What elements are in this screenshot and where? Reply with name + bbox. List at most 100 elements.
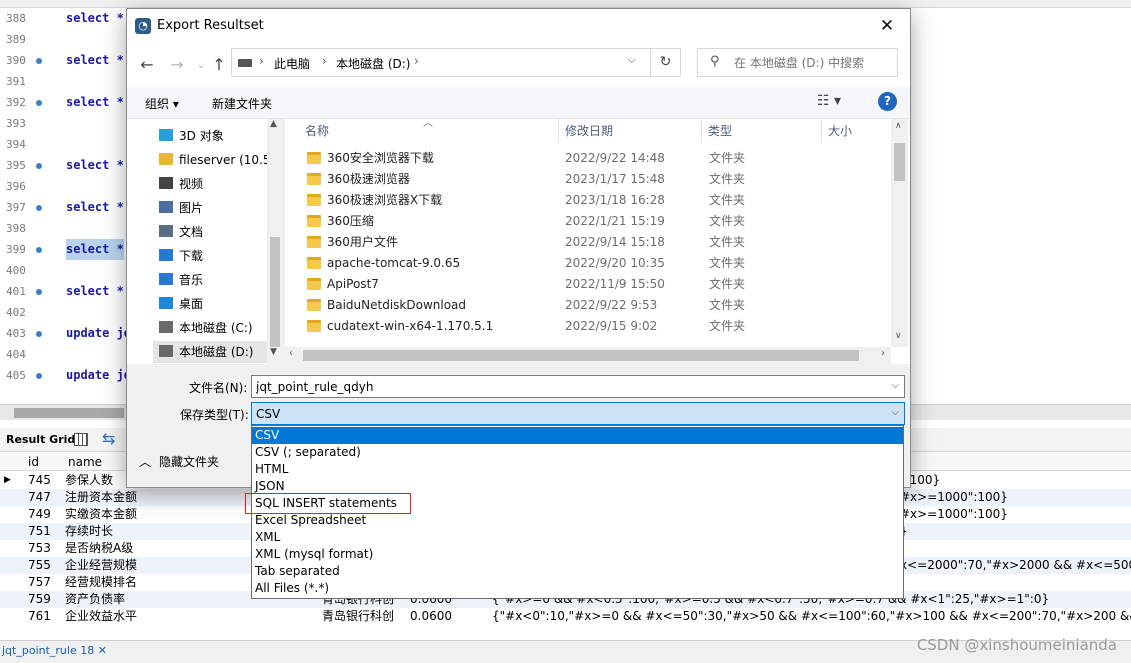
file-row[interactable]: apache-tomcat-9.0.65 2022/9/20 10:35 文件夹: [299, 253, 859, 274]
chevron-down-icon[interactable]: ⌵: [628, 55, 636, 66]
code-text[interactable]: select *: [66, 197, 124, 218]
column-header-size[interactable]: 大小: [822, 119, 902, 143]
column-header-name[interactable]: name: [68, 455, 102, 469]
filename-combobox[interactable]: ⌵: [251, 375, 905, 398]
scroll-thumb[interactable]: [270, 237, 280, 347]
help-icon[interactable]: ?: [878, 92, 897, 111]
filename-input[interactable]: [256, 379, 876, 395]
column-header-date[interactable]: 修改日期: [559, 119, 702, 143]
line-number: 394: [6, 138, 26, 151]
file-list-scrollbar[interactable]: ∧ ∨: [891, 119, 908, 347]
chevron-down-icon[interactable]: ⌵: [891, 380, 899, 391]
nav-item[interactable]: 桌面: [159, 293, 267, 315]
file-type: 文件夹: [709, 256, 746, 270]
column-header-id[interactable]: id: [28, 455, 39, 469]
file-row[interactable]: 360用户文件 2022/9/14 15:18 文件夹: [299, 232, 859, 253]
chevron-right-icon[interactable]: ›: [322, 54, 327, 68]
nav-item[interactable]: 下载: [159, 245, 267, 267]
chevron-right-icon[interactable]: ›: [414, 54, 419, 68]
nav-item[interactable]: 视频: [159, 173, 267, 195]
scroll-down-icon[interactable]: ▼: [270, 347, 277, 357]
new-folder-button[interactable]: 新建文件夹: [212, 95, 272, 112]
savetype-option[interactable]: XML: [252, 529, 903, 546]
result-grid-tab[interactable]: Result Grid: [6, 433, 75, 446]
nav-item[interactable]: fileserver (10.5: [159, 149, 267, 171]
cell-json: #x>=1000":100}: [900, 507, 1008, 521]
savetype-option[interactable]: All Files (*.*): [252, 580, 903, 597]
nav-item[interactable]: 本地磁盘 (D:): [153, 341, 278, 363]
table-row[interactable]: 761 企业效益水平 青岛银行科创 0.0600 {"#x<0":10,"#x>=0 &…: [0, 608, 1131, 625]
savetype-option[interactable]: HTML: [252, 461, 903, 478]
savetype-option[interactable]: Tab separated: [252, 563, 903, 580]
scroll-down-icon[interactable]: ∨: [895, 331, 902, 341]
forward-arrow-icon[interactable]: →: [165, 53, 189, 77]
refresh-icon[interactable]: ⇆: [102, 431, 115, 447]
scroll-up-icon[interactable]: ▲: [270, 119, 277, 129]
cell-id: 751: [28, 524, 51, 538]
file-type: 文件夹: [709, 235, 746, 249]
scroll-thumb[interactable]: [14, 408, 124, 418]
breadcrumb-this-pc[interactable]: 此电脑: [274, 55, 310, 72]
close-button[interactable]: ✕: [864, 9, 910, 43]
command-bar: 组织 ▾ 新建文件夹 ☷ ▾ ?: [127, 87, 910, 119]
savetype-option[interactable]: CSV (; separated): [252, 444, 903, 461]
organize-menu[interactable]: 组织 ▾: [145, 95, 179, 112]
search-input[interactable]: [734, 54, 894, 72]
line-number: 388: [6, 12, 26, 25]
nav-item[interactable]: 图片: [159, 197, 267, 219]
grid-view-icon[interactable]: [74, 433, 88, 446]
watermark: CSDN @xinshoumeinianda: [916, 636, 1117, 654]
file-row[interactable]: BaiduNetdiskDownload 2022/9/22 9:53 文件夹: [299, 295, 859, 316]
file-row[interactable]: cudatext-win-x64-1.170.5.1 2022/9/15 9:02…: [299, 316, 859, 337]
scroll-thumb[interactable]: [894, 143, 905, 181]
file-type: 文件夹: [709, 277, 746, 291]
scroll-up-icon[interactable]: ∧: [895, 121, 902, 131]
nav-item[interactable]: 3D 对象: [159, 125, 267, 147]
code-text[interactable]: select *: [66, 239, 124, 260]
cell-name: 企业效益水平: [65, 609, 138, 623]
navigation-pane[interactable]: 3D 对象 fileserver (10.5 视频 图片 文档 下载 音乐 桌面 本地磁盘 (C…: [127, 119, 283, 364]
nav-item[interactable]: 文档: [159, 221, 267, 243]
view-options-icon[interactable]: ☷ ▾: [817, 93, 841, 109]
cell-value: 0.0600: [410, 609, 452, 623]
savetype-select[interactable]: CSV ⌵: [251, 402, 905, 425]
file-row[interactable]: 360极速浏览器X下载 2023/1/18 16:28 文件夹: [299, 190, 859, 211]
code-text[interactable]: select *: [66, 281, 124, 302]
hide-folders-toggle[interactable]: ︿ 隐藏文件夹: [139, 453, 219, 470]
file-row[interactable]: 360极速浏览器 2023/1/17 15:48 文件夹: [299, 169, 859, 190]
nav-item[interactable]: 音乐: [159, 269, 267, 291]
savetype-option[interactable]: CSV: [252, 427, 903, 444]
statement-marker-icon: [36, 331, 42, 337]
file-row[interactable]: 360安全浏览器下载 2022/9/22 14:48 文件夹: [299, 148, 859, 169]
back-arrow-icon[interactable]: ←: [135, 53, 159, 77]
code-text[interactable]: update jq: [66, 323, 131, 344]
file-name: BaiduNetdiskDownload: [327, 298, 467, 312]
refresh-button[interactable]: ↻: [651, 48, 681, 77]
file-row[interactable]: 360压缩 2022/1/21 15:19 文件夹: [299, 211, 859, 232]
code-text[interactable]: select *: [66, 50, 124, 71]
breadcrumb-drive-d[interactable]: 本地磁盘 (D:): [336, 55, 410, 72]
search-box[interactable]: ⚲: [697, 48, 898, 77]
code-text[interactable]: update jq: [66, 365, 131, 386]
column-header-type[interactable]: 类型: [702, 119, 822, 143]
savetype-option[interactable]: XML (mysql format): [252, 546, 903, 563]
savetype-option[interactable]: Excel Spreadsheet: [252, 512, 903, 529]
chevron-right-icon[interactable]: ›: [259, 54, 264, 68]
up-arrow-icon[interactable]: ↑: [207, 53, 231, 77]
scroll-thumb[interactable]: [303, 350, 859, 361]
file-row[interactable]: ApiPost7 2022/11/9 15:50 文件夹: [299, 274, 859, 295]
nav-item[interactable]: 本地磁盘 (C:): [159, 317, 267, 339]
picture-icon: [159, 201, 173, 213]
code-text[interactable]: select *: [66, 92, 124, 113]
scroll-left-icon[interactable]: ‹: [289, 348, 293, 359]
file-list[interactable]: 名称 ︿ 修改日期 类型 大小 360安全浏览器下载 2022/9/22 14:4…: [285, 118, 910, 364]
nav-scrollbar[interactable]: ▲ ▼: [267, 119, 283, 364]
scroll-right-icon[interactable]: ›: [881, 348, 885, 359]
file-date: 2023/1/18 16:28: [565, 193, 665, 207]
chevron-down-icon[interactable]: ⌵: [891, 407, 899, 418]
code-text[interactable]: select *: [66, 8, 124, 29]
address-box[interactable]: › 此电脑 › 本地磁盘 (D:) › ⌵: [231, 48, 651, 77]
code-text[interactable]: select *: [66, 155, 124, 176]
file-list-hscrollbar[interactable]: ‹ ›: [285, 347, 891, 364]
result-tab[interactable]: jqt_point_rule 18 ✕: [2, 644, 107, 657]
